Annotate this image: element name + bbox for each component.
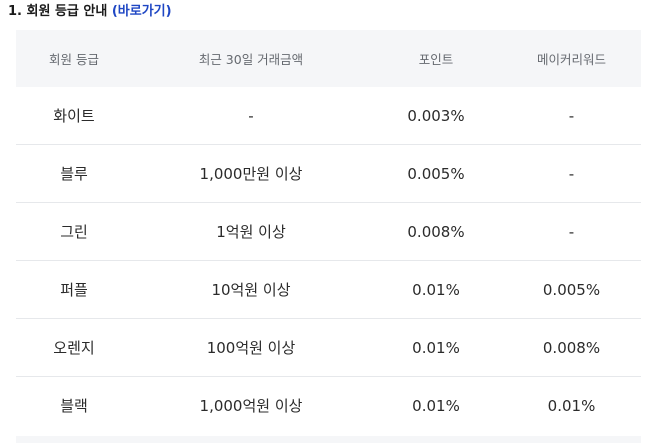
maker-reward-cell: 0.008% <box>502 318 641 377</box>
maker-reward-cell: - <box>502 144 641 203</box>
maker-reward-cell: - <box>502 87 641 145</box>
maker-reward-cell: - <box>502 202 641 261</box>
table-row: 화이트 - 0.003% - <box>16 87 641 145</box>
trade-amount-cell: 10억원 이상 <box>132 260 370 319</box>
trade-amount-cell: 1,000억원 이상 <box>199 397 303 415</box>
shortcut-link[interactable]: (바로가기) <box>112 4 172 19</box>
grade-cell: 블루 <box>16 144 132 203</box>
points-cell: 0.008% <box>370 202 502 261</box>
grade-cell: 오렌지 <box>16 318 132 377</box>
points-cell: 0.01% <box>370 260 502 319</box>
maker-reward-cell: 0.005% <box>502 260 641 319</box>
header-grade: 회원 등급 <box>16 30 132 87</box>
trade-amount-cell: 1,000만원 이상 <box>132 144 370 203</box>
grade-cell: 블랙 <box>60 397 88 415</box>
trade-amount-cell: 100억원 이상 <box>132 318 370 377</box>
table-row: 블랙 1,000억원 이상 0.01% 0.01% <box>16 377 641 435</box>
trade-amount-cell: - <box>132 87 370 145</box>
section-title: 1. 회원 등급 안내 <box>8 4 108 19</box>
maker-reward-cell: 0.01% <box>547 396 596 415</box>
points-cell: 0.01% <box>412 396 460 415</box>
header-points: 포인트 <box>370 30 502 87</box>
membership-grade-table: 회원 등급 최근 30일 거래금액 포인트 메이커리워드 화이트 - 0.003… <box>16 30 641 434</box>
header-trade-amount: 최근 30일 거래금액 <box>132 30 370 87</box>
table-row: 퍼플 10억원 이상 0.01% 0.005% <box>16 260 641 319</box>
table-row: 블루 1,000만원 이상 0.005% - <box>16 144 641 203</box>
table-row: 그린 1억원 이상 0.008% - <box>16 202 641 261</box>
points-cell: 0.005% <box>370 144 502 203</box>
table-row: 오렌지 100억원 이상 0.01% 0.008% <box>16 318 641 377</box>
section-heading: 1. 회원 등급 안내 (바로가기) <box>8 2 172 22</box>
points-cell: 0.01% <box>370 318 502 377</box>
grade-cell: 퍼플 <box>16 260 132 319</box>
grade-cell: 화이트 <box>16 87 132 145</box>
header-maker-reward: 메이커리워드 <box>502 30 641 87</box>
table-header-row: 회원 등급 최근 30일 거래금액 포인트 메이커리워드 <box>16 30 641 87</box>
trade-amount-cell: 1억원 이상 <box>132 202 370 261</box>
table-bottom-strip <box>16 436 641 443</box>
grade-cell: 그린 <box>16 202 132 261</box>
points-cell: 0.003% <box>370 87 502 145</box>
